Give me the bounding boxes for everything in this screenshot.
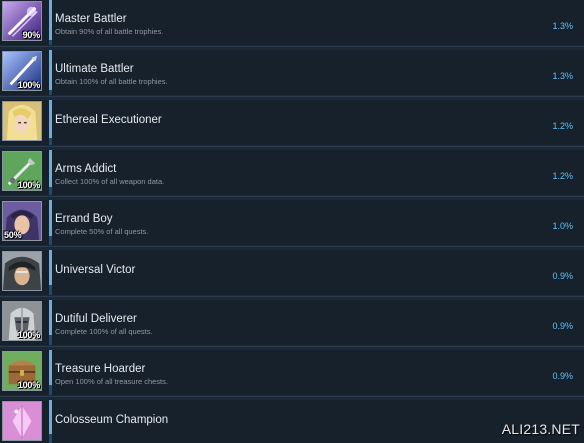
accent-bar	[49, 100, 52, 145]
unlock-rate: 0.9%	[552, 371, 573, 381]
unlock-rate: 0.9%	[552, 321, 573, 331]
achievement-row-treasure-hoarder[interactable]: 100% Treasure Hoarder Open 100% of all t…	[0, 350, 584, 397]
achievement-row-ultimate-battler[interactable]: 100% Ultimate Battler Obtain 100% of all…	[0, 50, 584, 97]
sword-slash-blue-icon: 100%	[2, 51, 42, 91]
achievement-title: Ultimate Battler	[55, 63, 134, 75]
unlock-rate: 1.2%	[552, 171, 573, 181]
progress-badge: 100%	[17, 180, 40, 190]
achievement-row-ethereal-executioner[interactable]: Ethereal Executioner 1.2%	[0, 100, 584, 147]
achievement-description: Complete 50% of all quests.	[55, 227, 149, 236]
treasure-chest-icon: 100%	[2, 351, 42, 391]
achievement-description: Complete 100% of all quests.	[55, 327, 153, 336]
accent-bar	[49, 200, 52, 245]
achievement-title: Arms Addict	[55, 163, 117, 175]
achievement-row-universal-victor[interactable]: Universal Victor 0.9%	[0, 250, 584, 297]
achievement-description: Collect 100% of all weapon data.	[55, 177, 165, 186]
unlock-rate: 1.3%	[552, 71, 573, 81]
character-portrait-purple-icon: 50%	[2, 201, 42, 241]
achievement-row-colosseum-champion[interactable]: Colosseum Champion	[0, 400, 584, 443]
unlock-rate: 1.3%	[552, 21, 573, 31]
achievement-description: Obtain 90% of all battle trophies.	[55, 27, 164, 36]
achievement-row-arms-addict[interactable]: 100% Arms Addict Collect 100% of all wea…	[0, 150, 584, 197]
achievement-title: Ethereal Executioner	[55, 114, 162, 126]
accent-bar	[49, 350, 52, 395]
accent-bar	[49, 300, 52, 345]
achievement-description: Open 100% of all treasure chests.	[55, 377, 168, 386]
accent-bar	[49, 400, 52, 443]
achievement-title: Colosseum Champion	[55, 414, 169, 426]
accent-bar	[49, 0, 52, 45]
accent-bar	[49, 50, 52, 95]
unlock-rate: 0.9%	[552, 271, 573, 281]
unlock-rate: 1.0%	[552, 221, 573, 231]
achievement-list: 90% Master Battler Obtain 90% of all bat…	[0, 0, 584, 443]
achievement-title: Errand Boy	[55, 213, 113, 225]
unlock-rate: 1.2%	[552, 121, 573, 131]
achievement-title: Universal Victor	[55, 264, 136, 276]
progress-badge: 50%	[4, 230, 22, 240]
helmet-knight-icon: 100%	[2, 301, 42, 341]
accent-bar	[49, 250, 52, 295]
hooded-character-portrait-icon	[2, 251, 42, 291]
weapon-green-icon: 100%	[2, 151, 42, 191]
progress-badge: 100%	[17, 380, 40, 390]
achievement-title: Master Battler	[55, 13, 127, 25]
achievement-description: Obtain 100% of all battle trophies.	[55, 77, 168, 86]
accent-bar	[49, 150, 52, 195]
progress-badge: 100%	[17, 330, 40, 340]
blonde-character-portrait-icon	[2, 101, 42, 141]
achievement-row-dutiful-deliverer[interactable]: 100% Dutiful Deliverer Complete 100% of …	[0, 300, 584, 347]
pink-crystal-icon	[2, 401, 42, 441]
progress-badge: 100%	[17, 80, 40, 90]
achievement-title: Treasure Hoarder	[55, 363, 146, 375]
achievement-title: Dutiful Deliverer	[55, 313, 137, 325]
sword-slash-purple-icon: 90%	[2, 1, 42, 41]
achievement-row-master-battler[interactable]: 90% Master Battler Obtain 90% of all bat…	[0, 0, 584, 47]
progress-badge: 90%	[22, 30, 41, 40]
achievement-row-errand-boy[interactable]: 50% Errand Boy Complete 50% of all quest…	[0, 200, 584, 247]
site-watermark: ALI213.NET	[501, 421, 580, 437]
